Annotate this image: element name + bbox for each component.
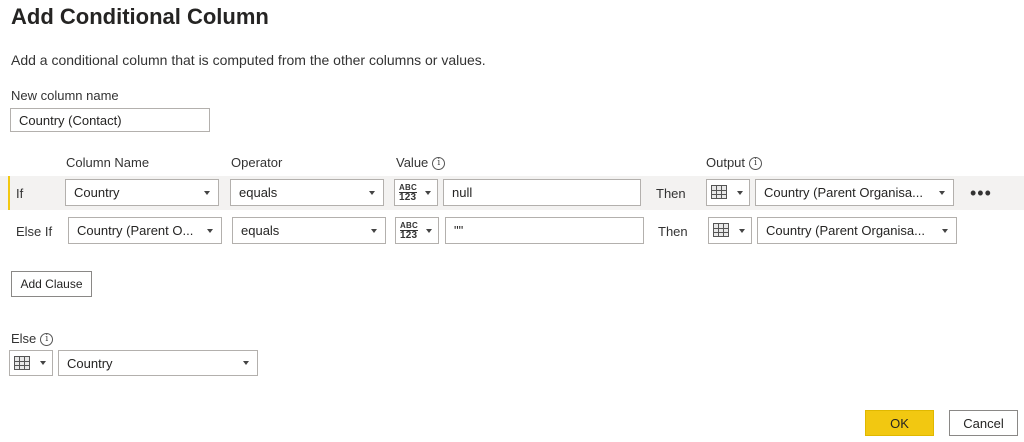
info-icon[interactable]: i <box>432 157 446 171</box>
else-value-select[interactable]: Country <box>58 350 258 376</box>
else-label: Else i <box>11 331 54 347</box>
else-if-value-input[interactable]: "" <box>445 217 644 244</box>
dialog-description: Add a conditional column that is compute… <box>11 52 486 68</box>
info-icon[interactable]: i <box>40 333 54 347</box>
add-clause-button[interactable]: Add Clause <box>11 271 92 297</box>
if-output-select[interactable]: Country (Parent Organisa... <box>755 179 954 206</box>
chevron-down-icon <box>737 190 743 195</box>
else-if-output-select[interactable]: Country (Parent Organisa... <box>757 217 957 244</box>
chevron-down-icon <box>243 361 249 365</box>
header-value-label: Value <box>396 155 429 170</box>
else-if-operator-value: equals <box>241 223 280 238</box>
header-operator: Operator <box>231 155 283 170</box>
abc-icon-top: ABC <box>399 183 417 192</box>
chevron-down-icon <box>371 228 377 233</box>
abc-123-icon: ABC 123 <box>399 184 417 203</box>
else-if-value-type-button[interactable]: ABC 123 <box>395 217 439 244</box>
else-if-then-label: Then <box>658 224 688 239</box>
if-keyword: If <box>16 186 24 201</box>
chevron-down-icon <box>204 190 210 195</box>
if-row-accent <box>8 176 10 210</box>
if-output-type-button[interactable] <box>706 179 750 206</box>
info-icon[interactable]: i <box>749 157 763 171</box>
else-value-text: Country <box>67 355 113 371</box>
else-if-output-value: Country (Parent Organisa... <box>766 223 925 238</box>
chevron-down-icon <box>40 361 46 365</box>
if-column-value: Country <box>74 185 120 200</box>
abc-123-icon: ABC 123 <box>400 222 418 241</box>
else-if-value-text: "" <box>454 223 464 238</box>
abc-icon-bottom: 123 <box>400 230 418 241</box>
header-column-name: Column Name <box>66 155 150 170</box>
cancel-button[interactable]: Cancel <box>949 410 1018 436</box>
if-then-label: Then <box>656 186 686 201</box>
chevron-down-icon <box>942 228 948 233</box>
table-icon <box>713 223 729 237</box>
abc-icon-bottom: 123 <box>399 192 417 203</box>
chevron-down-icon <box>207 228 213 233</box>
more-options-icon[interactable]: ••• <box>970 184 992 202</box>
new-column-label: New column name <box>11 88 119 103</box>
chevron-down-icon <box>369 190 375 195</box>
else-label-text: Else <box>11 331 37 346</box>
else-if-keyword: Else If <box>16 224 53 239</box>
else-if-operator-select[interactable]: equals <box>232 217 386 244</box>
header-value: Value i <box>396 155 446 171</box>
chevron-down-icon <box>939 190 945 195</box>
chevron-down-icon <box>425 190 431 195</box>
chevron-down-icon <box>426 228 432 233</box>
else-if-output-type-button[interactable] <box>708 217 752 244</box>
header-output-label: Output <box>706 155 746 170</box>
dialog-title: Add Conditional Column <box>11 4 269 29</box>
if-output-value: Country (Parent Organisa... <box>764 185 923 200</box>
table-icon <box>711 185 727 199</box>
ok-button[interactable]: OK <box>865 410 934 436</box>
if-value-type-button[interactable]: ABC 123 <box>394 179 438 206</box>
table-icon <box>14 356 30 370</box>
if-value-input[interactable]: null <box>443 179 641 206</box>
new-column-name-value: Country (Contact) <box>19 112 122 128</box>
if-operator-value: equals <box>239 185 278 200</box>
chevron-down-icon <box>739 228 745 233</box>
abc-icon-top: ABC <box>400 221 418 230</box>
if-column-select[interactable]: Country <box>65 179 219 206</box>
new-column-name-input[interactable]: Country (Contact) <box>10 108 210 132</box>
if-value-text: null <box>452 185 473 200</box>
header-output: Output i <box>706 155 763 171</box>
else-if-column-value: Country (Parent O... <box>77 223 194 238</box>
if-operator-select[interactable]: equals <box>230 179 384 206</box>
else-if-column-select[interactable]: Country (Parent O... <box>68 217 222 244</box>
else-output-type-button[interactable] <box>9 350 53 376</box>
